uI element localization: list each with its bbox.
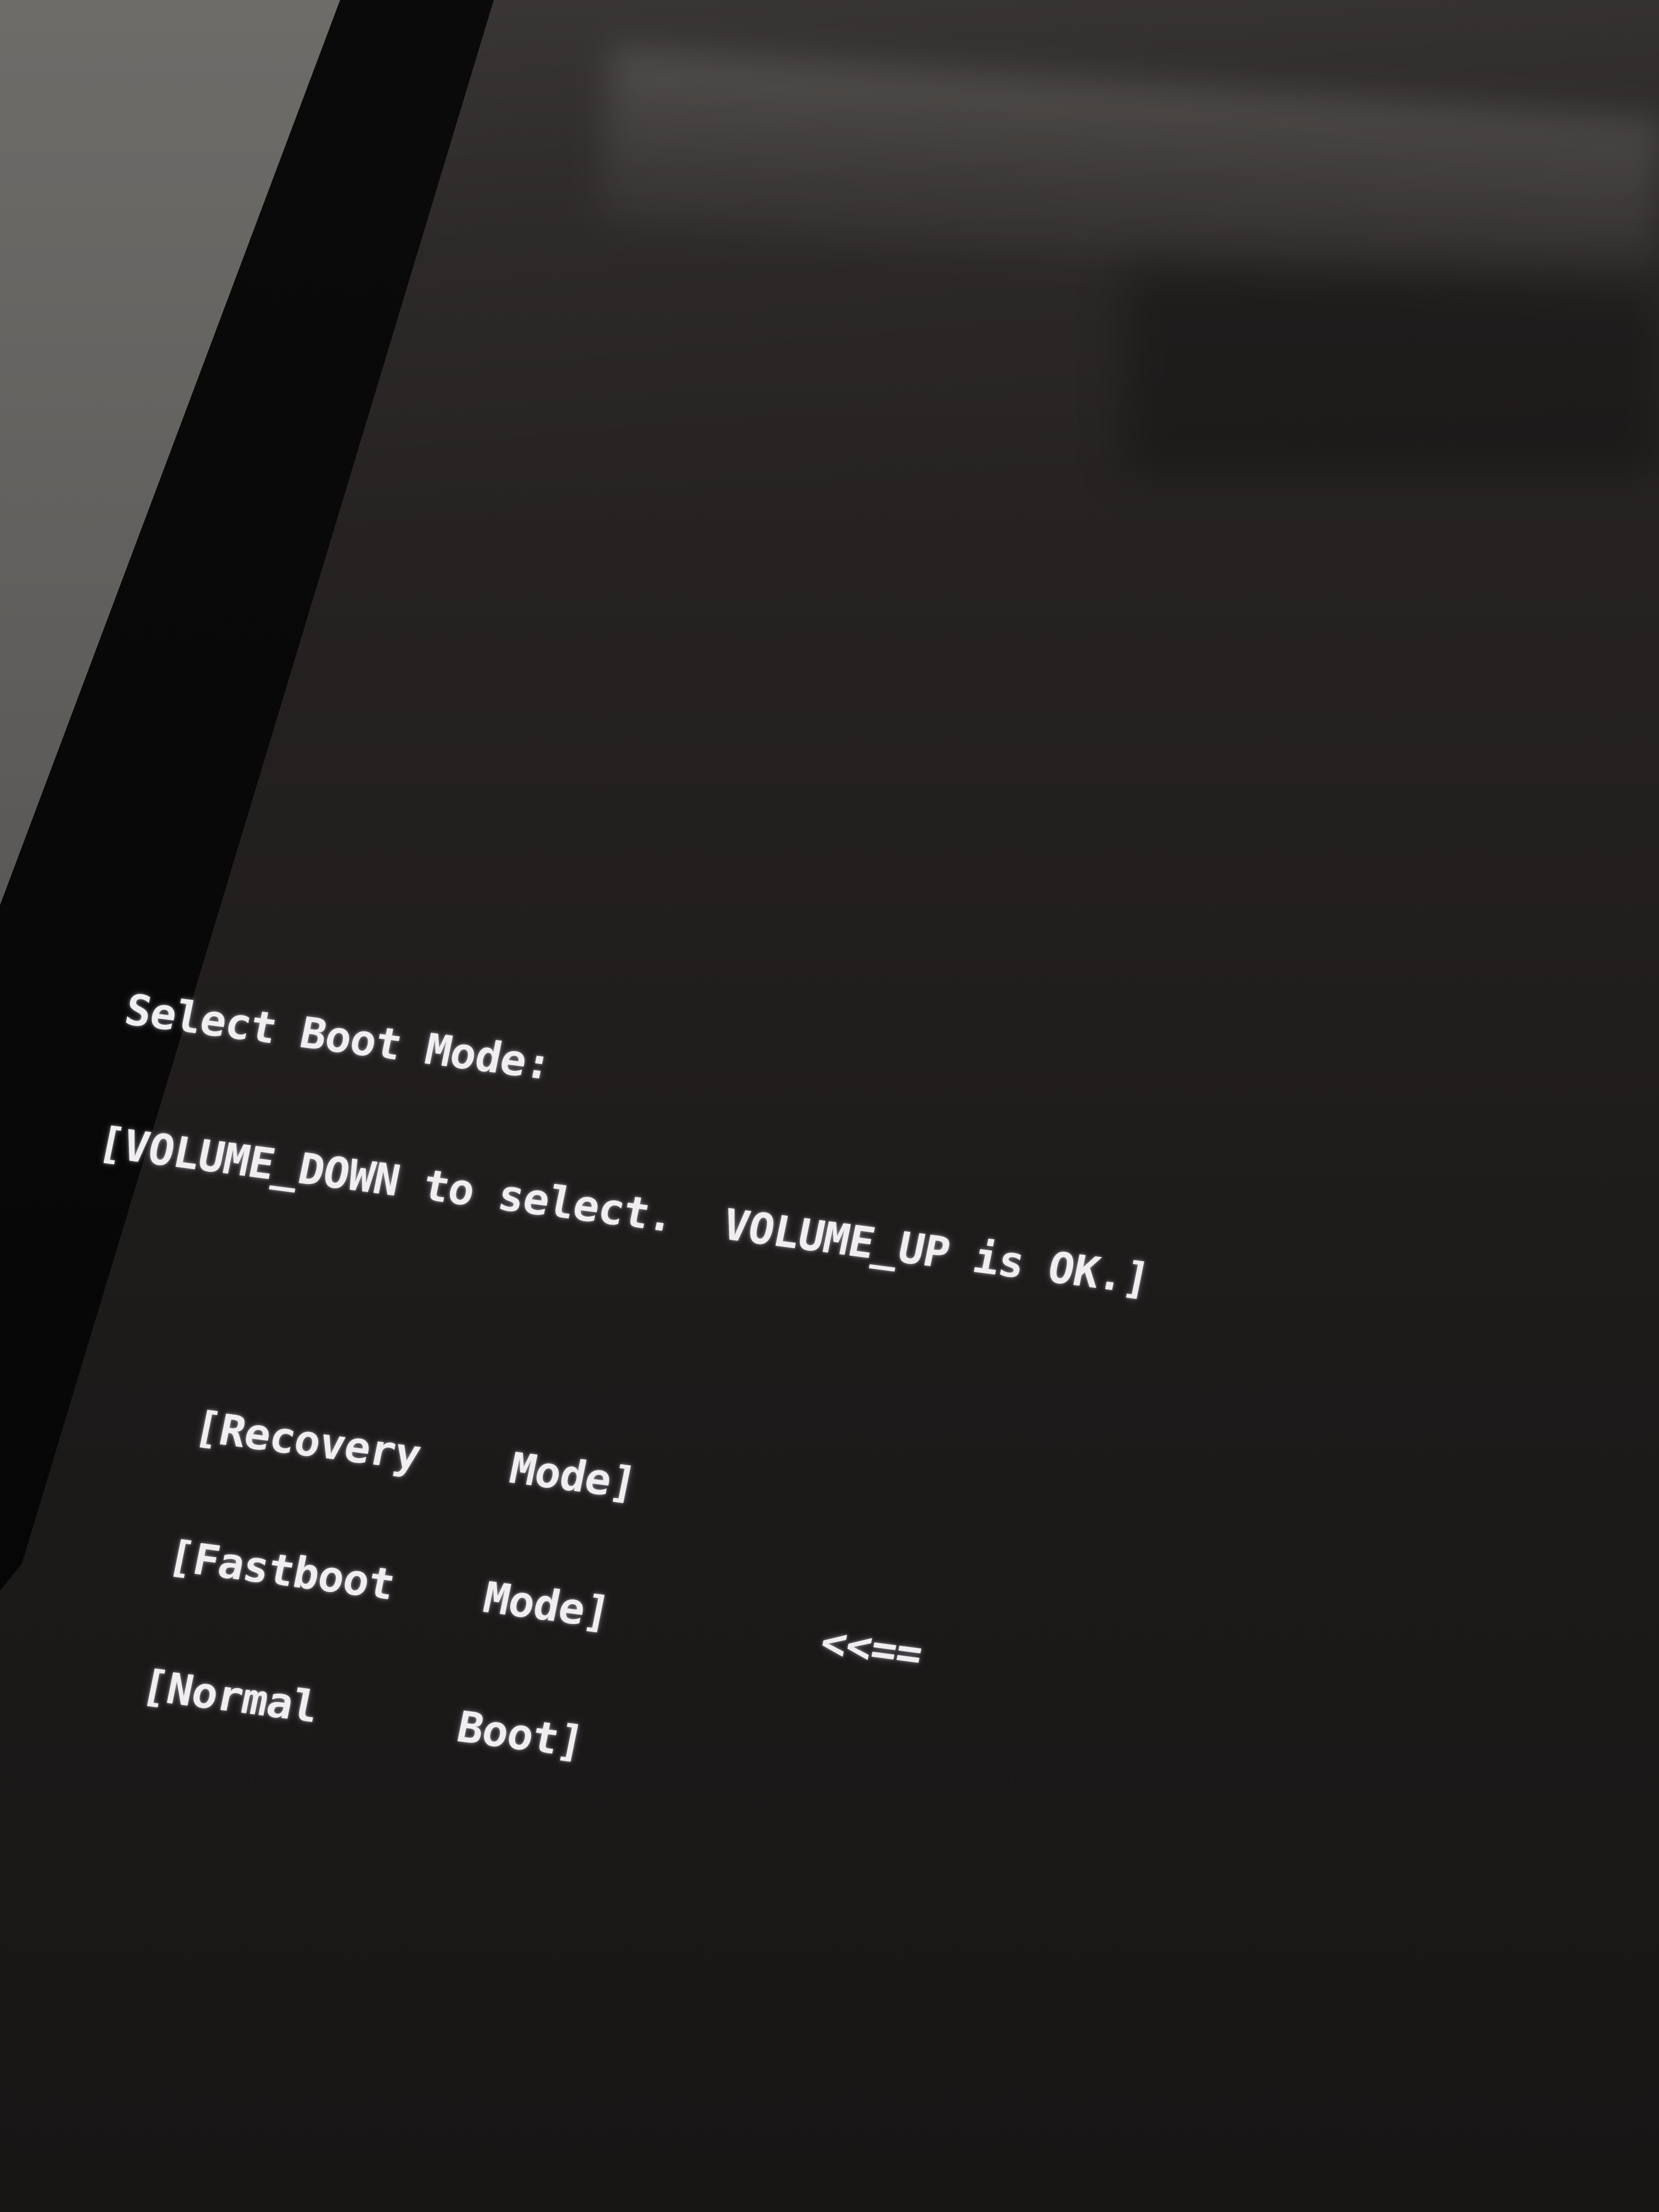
screen-glare: [598, 46, 1659, 300]
screen-shadow: [1125, 263, 1659, 472]
boot-option-label: [Fastboot: [163, 1531, 399, 1610]
boot-option-suffix: Boot]: [453, 1702, 588, 1768]
boot-option-label: [Recovery: [190, 1402, 425, 1481]
selection-arrow-icon: <<==: [816, 1617, 927, 1679]
photo-of-device: Select Boot Mode: [VOLUME_DOWN to select…: [0, 0, 1659, 2212]
boot-menu-instructions: [VOLUME_DOWN to select. VOLUME_UP is OK.…: [94, 1118, 1154, 1305]
boot-mode-menu: Select Boot Mode: [VOLUME_DOWN to select…: [0, 900, 1198, 1867]
boot-option-suffix: Mode]: [505, 1443, 641, 1509]
boot-option-suffix: Mode]: [479, 1573, 614, 1638]
boot-option-label: [Normal: [137, 1661, 323, 1733]
